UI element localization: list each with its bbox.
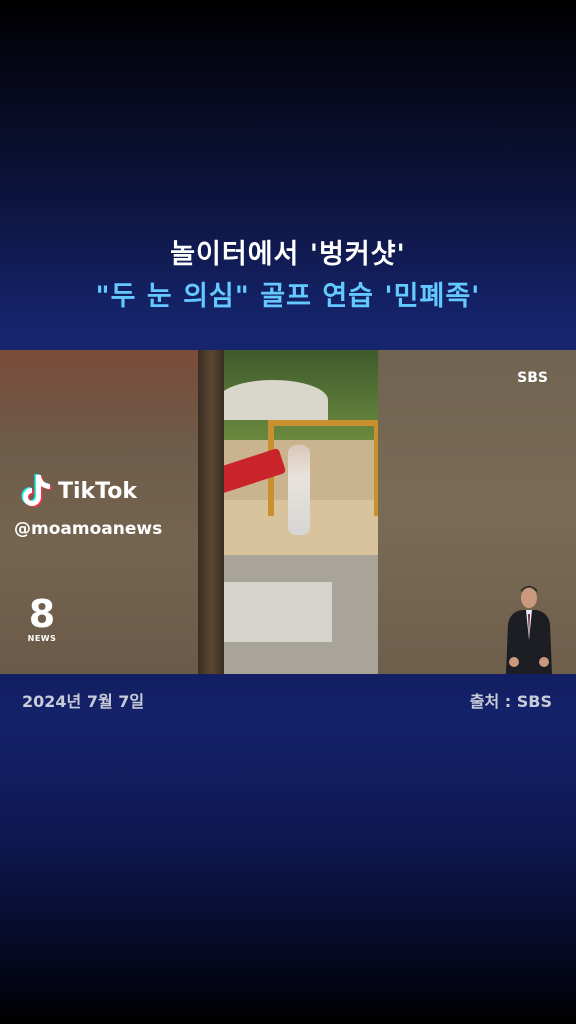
broadcast-date: 2024년 7월 7일 — [22, 692, 145, 711]
source-credit: 출처 : SBS — [469, 692, 552, 711]
video-frame[interactable] — [0, 350, 576, 674]
news-logo-number: 8 — [28, 592, 56, 636]
account-handle: @moamoanews — [14, 519, 163, 539]
canopy — [218, 380, 328, 420]
sbs-logo: SBS — [517, 370, 548, 386]
news-logo-label: NEWS — [27, 634, 57, 643]
low-wall — [222, 582, 332, 642]
sign-language-interpreter — [506, 586, 552, 674]
headline-line-2: "두 눈 의심" 골프 연습 '민폐족' — [95, 281, 481, 312]
tiktok-watermark: TikTok — [18, 472, 137, 510]
tree-trunk — [198, 350, 224, 674]
playground-scene — [198, 350, 378, 674]
tiktok-logo-icon — [21, 474, 52, 507]
tiktok-label: TikTok — [58, 478, 138, 504]
headline: 놀이터에서 '벙커샷' "두 눈 의심" 골프 연습 '민폐족' — [0, 234, 576, 318]
headline-line-1: 놀이터에서 '벙커샷' — [170, 239, 406, 270]
person-golfing — [288, 445, 310, 535]
sbs-8-news-logo: 8 NEWS — [26, 594, 58, 643]
